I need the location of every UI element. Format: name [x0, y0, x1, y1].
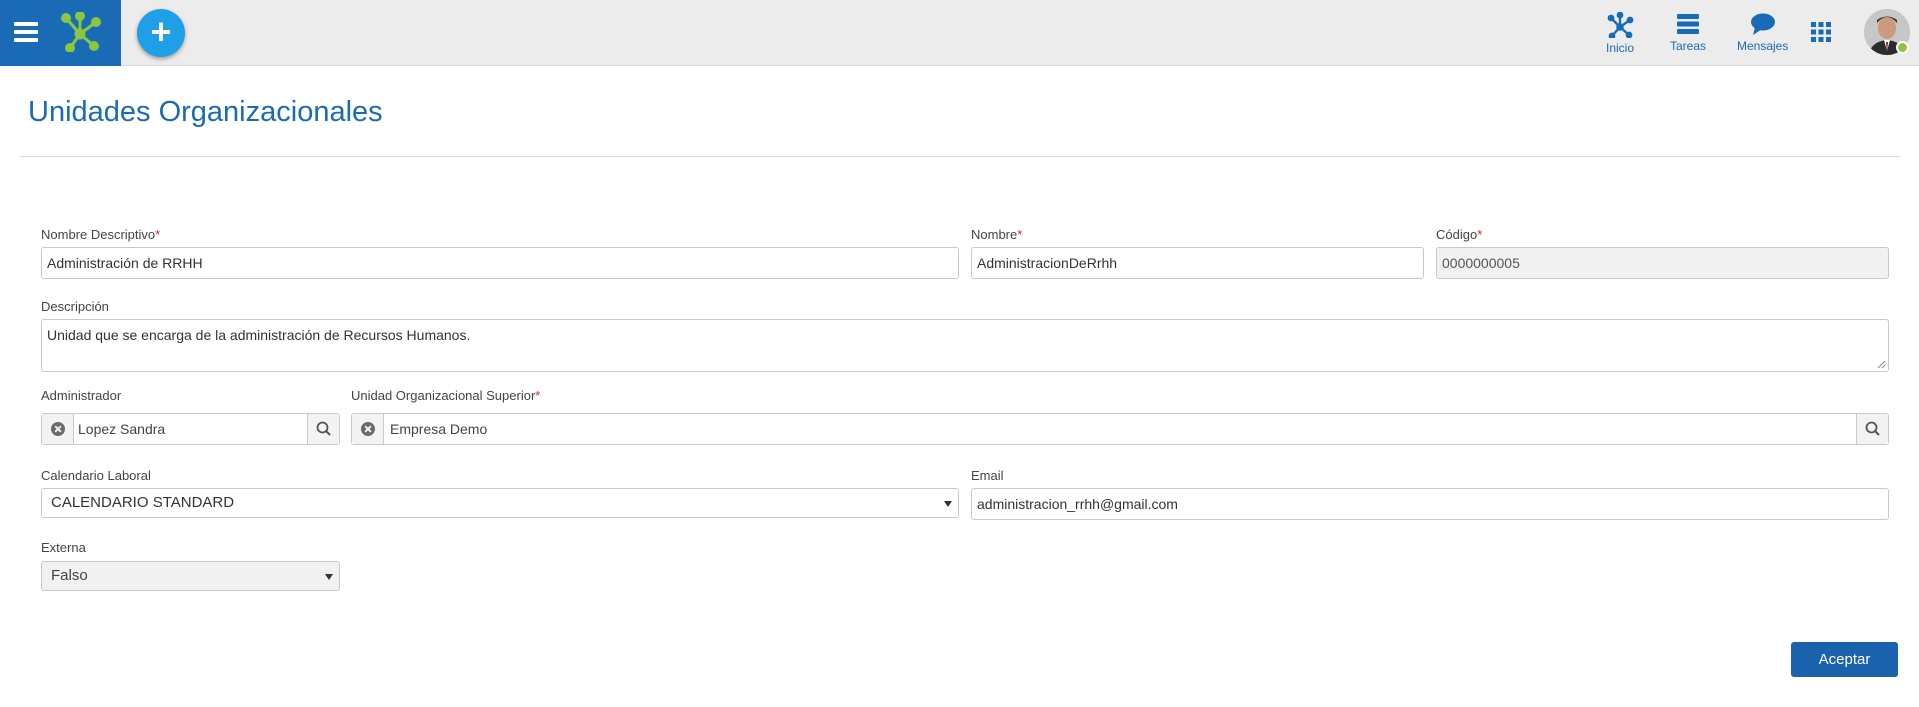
descripcion-field[interactable]: Unidad que se encarga de la administraci… [41, 319, 1889, 372]
nombre-descriptivo-label: Nombre Descriptivo* [41, 227, 160, 242]
nav-mensajes[interactable]: Mensajes [1737, 12, 1788, 53]
page-title: Unidades Organizacionales [28, 96, 383, 128]
nav-mensajes-label: Mensajes [1737, 39, 1789, 53]
nodes-icon [1607, 12, 1634, 38]
codigo-label: Código* [1436, 227, 1482, 242]
calendario-value: CALENDARIO STANDARD [51, 494, 235, 511]
hamburger-menu-icon[interactable] [14, 22, 38, 42]
search-unidad-superior-button[interactable] [1856, 414, 1888, 444]
brand-area [0, 0, 121, 66]
required-mark: * [535, 388, 541, 403]
clear-icon [51, 422, 65, 436]
calendario-label: Calendario Laboral [41, 468, 151, 483]
chat-icon [1750, 13, 1775, 35]
codigo-label-text: Código [1436, 227, 1478, 242]
nav-inicio-label: Inicio [1606, 41, 1635, 55]
search-administrador-button[interactable] [307, 414, 339, 444]
search-icon [316, 421, 331, 436]
clear-unidad-superior-button[interactable] [352, 414, 384, 444]
accept-button[interactable]: Aceptar [1791, 642, 1898, 677]
chevron-down-icon [944, 501, 952, 507]
chevron-down-icon [325, 574, 333, 580]
required-mark: * [155, 227, 161, 242]
email-field[interactable]: administracion_rrhh@gmail.com [971, 488, 1889, 520]
unidad-superior-lookup[interactable]: Empresa Demo [351, 413, 1889, 445]
nombre-field[interactable]: AdministracionDeRrhh [971, 247, 1424, 279]
nombre-descriptivo-field[interactable]: Administración de RRHH [41, 247, 959, 279]
descripcion-label: Descripción [41, 299, 109, 314]
codigo-field: 0000000005 [1436, 247, 1889, 279]
nav-tareas[interactable]: Tareas [1670, 12, 1706, 53]
resize-handle-icon[interactable] [1876, 359, 1886, 369]
online-status-badge [1896, 41, 1909, 54]
nombre-descriptivo-label-text: Nombre Descriptivo [41, 227, 156, 242]
add-button[interactable]: + [137, 9, 185, 57]
grid-icon[interactable] [1811, 22, 1831, 42]
required-mark: * [1017, 227, 1023, 242]
search-icon [1865, 421, 1880, 436]
administrador-value: Lopez Sandra [78, 421, 166, 437]
unidad-superior-label-text: Unidad Organizacional Superior [351, 388, 536, 403]
nav-inicio[interactable]: Inicio [1606, 12, 1634, 55]
clear-icon [361, 422, 375, 436]
nombre-label-text: Nombre [971, 227, 1018, 242]
administrador-label: Administrador [41, 388, 122, 403]
email-label: Email [971, 468, 1004, 483]
administrador-lookup[interactable]: Lopez Sandra [41, 413, 340, 445]
descripcion-value: Unidad que se encarga de la administraci… [47, 327, 471, 343]
logo-icon [61, 12, 101, 52]
nav-tareas-label: Tareas [1670, 39, 1707, 53]
externa-label: Externa [41, 540, 86, 555]
tasks-icon [1677, 14, 1700, 34]
externa-value: Falso [51, 567, 88, 584]
unidad-superior-value: Empresa Demo [390, 421, 488, 437]
unidad-superior-label: Unidad Organizacional Superior* [351, 388, 540, 403]
calendario-select[interactable]: CALENDARIO STANDARD [41, 488, 959, 518]
nombre-label: Nombre* [971, 227, 1022, 242]
clear-administrador-button[interactable] [42, 414, 74, 444]
top-bar: + Inicio Tareas Mensajes [0, 0, 1919, 66]
externa-select[interactable]: Falso [41, 561, 340, 591]
title-divider [20, 156, 1900, 157]
required-mark: * [1477, 227, 1483, 242]
